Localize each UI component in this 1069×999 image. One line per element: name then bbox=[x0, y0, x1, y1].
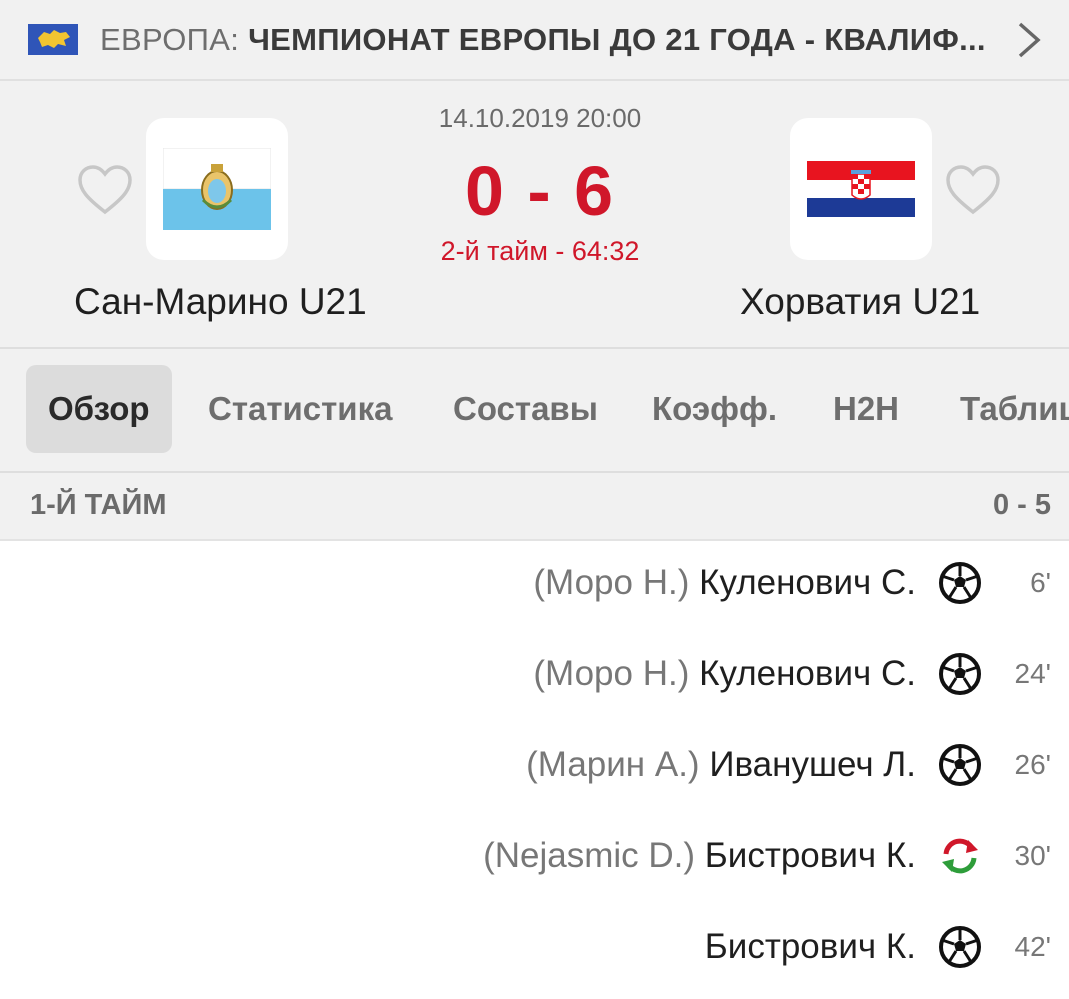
league-bar[interactable]: ЕВРОПА: ЧЕМПИОНАТ ЕВРОПЫ ДО 21 ГОДА - КВ… bbox=[0, 0, 1069, 81]
event-player: Куленович С. bbox=[699, 563, 916, 602]
europe-flag-icon bbox=[28, 24, 78, 55]
event-minute: 24' bbox=[1014, 658, 1052, 689]
goal-icon bbox=[939, 926, 981, 968]
tab-h2h[interactable]: H2H bbox=[811, 365, 921, 453]
event-player: Иванушеч Л. bbox=[709, 745, 916, 784]
event-assist: (Nejasmic D.) bbox=[483, 836, 696, 875]
away-team-logo[interactable] bbox=[790, 118, 932, 260]
chevron-right-icon[interactable] bbox=[1014, 20, 1044, 60]
league-country: ЕВРОПА: bbox=[100, 22, 240, 57]
league-competition: ЧЕМПИОНАТ ЕВРОПЫ ДО 21 ГОДА - КВАЛИФ... bbox=[248, 22, 986, 57]
tab-odds[interactable]: Коэфф. bbox=[630, 365, 799, 453]
match-tabs: Обзор Статистика Составы Коэфф. H2H Табл… bbox=[0, 349, 1069, 473]
goal-icon bbox=[939, 562, 981, 604]
tab-lineups[interactable]: Составы bbox=[431, 365, 620, 453]
event-assist: (Моро Н.) bbox=[533, 654, 690, 693]
match-header: Сан-Марино U21 14.10.2019 20:00 0 - 6 2-… bbox=[0, 81, 1069, 349]
event-assist: (Моро Н.) bbox=[533, 563, 690, 602]
event-assist: (Марин А.) bbox=[526, 745, 700, 784]
favorite-away-heart-icon[interactable] bbox=[945, 164, 1001, 216]
event-minute: 30' bbox=[1014, 840, 1052, 871]
match-event-row[interactable]: (Марин А.) Иванушеч Л. 26' bbox=[0, 723, 1069, 813]
event-minute: 26' bbox=[1014, 749, 1052, 780]
event-minute: 6' bbox=[1030, 567, 1051, 598]
event-player: Бистрович К. bbox=[704, 836, 916, 875]
tab-table[interactable]: Таблица bbox=[938, 365, 1069, 453]
match-event-row[interactable]: Бистрович К. 42' bbox=[0, 905, 1069, 995]
league-title: ЕВРОПА: ЧЕМПИОНАТ ЕВРОПЫ ДО 21 ГОДА - КВ… bbox=[100, 22, 990, 58]
goal-icon bbox=[939, 744, 981, 786]
match-event-row[interactable]: (Nejasmic D.) Бистрович К. 30' bbox=[0, 814, 1069, 904]
croatia-flag-icon bbox=[807, 161, 915, 217]
goal-icon bbox=[939, 653, 981, 695]
home-team-name[interactable]: Сан-Марино U21 bbox=[74, 281, 367, 323]
period-score: 0 - 5 bbox=[992, 489, 1051, 521]
first-half-header: 1-Й ТАЙМ 0 - 5 bbox=[0, 473, 1069, 541]
match-event-row[interactable]: (Моро Н.) Куленович С. 6' bbox=[0, 541, 1069, 631]
period-label: 1-Й ТАЙМ bbox=[30, 489, 167, 521]
match-event-row[interactable]: (Моро Н.) Куленович С. 24' bbox=[0, 632, 1069, 722]
away-team-name[interactable]: Хорватия U21 bbox=[740, 281, 980, 323]
event-player: Куленович С. bbox=[699, 654, 916, 693]
event-minute: 42' bbox=[1014, 931, 1052, 962]
substitution-icon bbox=[942, 838, 978, 874]
tab-statistics[interactable]: Статистика bbox=[186, 365, 414, 453]
event-player: Бистрович К. bbox=[704, 927, 916, 966]
tab-overview[interactable]: Обзор bbox=[26, 365, 172, 453]
